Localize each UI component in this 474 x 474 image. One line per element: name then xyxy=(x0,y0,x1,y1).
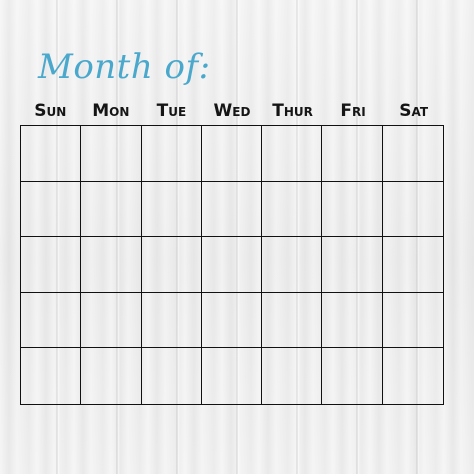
calendar-day-cell xyxy=(322,126,383,182)
calendar-day-cell xyxy=(81,292,142,349)
calendar-day-cell xyxy=(201,181,263,238)
weekday-tue: Tue xyxy=(156,101,187,121)
calendar-day-cell xyxy=(141,292,202,349)
calendar-day-cell xyxy=(262,292,323,349)
calendar-day-cell xyxy=(81,181,142,238)
calendar-day-cell xyxy=(322,181,383,238)
calendar-day-cell xyxy=(21,237,82,293)
weekday-sat: Sat xyxy=(399,101,429,121)
calendar-day-cell xyxy=(21,181,82,238)
calendar-day-cell xyxy=(322,237,383,293)
calendar-grid xyxy=(20,125,444,405)
weekday-thur: Thur xyxy=(272,101,313,121)
calendar-day-cell xyxy=(81,126,142,182)
calendar-day-cell xyxy=(382,237,443,293)
calendar-day-cell xyxy=(201,126,263,182)
calendar-day-cell xyxy=(201,237,263,293)
calendar-day-cell xyxy=(81,237,142,293)
calendar-day-cell xyxy=(21,292,82,349)
weekday-header-row: Sun Mon Tue Wed Thur Fri Sat xyxy=(20,100,444,122)
calendar-day-cell xyxy=(21,126,82,182)
calendar-day-cell xyxy=(322,292,383,349)
calendar-day-cell xyxy=(382,348,443,404)
calendar-day-cell xyxy=(262,348,323,404)
calendar-day-cell xyxy=(262,237,323,293)
weekday-wed: Wed xyxy=(213,101,251,121)
month-of-title: Month of: xyxy=(38,47,211,87)
calendar-day-cell xyxy=(382,126,443,182)
calendar-day-cell xyxy=(141,237,202,293)
calendar-day-cell xyxy=(81,348,142,404)
calendar-day-cell xyxy=(141,181,202,238)
calendar-day-cell xyxy=(141,126,202,182)
calendar-day-cell xyxy=(201,292,263,349)
calendar-day-cell xyxy=(382,181,443,238)
weekday-fri: Fri xyxy=(340,101,366,121)
calendar-day-cell xyxy=(141,348,202,404)
weekday-sun: Sun xyxy=(34,101,67,121)
calendar-day-cell xyxy=(21,348,82,404)
calendar-day-cell xyxy=(262,126,323,182)
calendar-day-cell xyxy=(262,181,323,238)
weekday-mon: Mon xyxy=(92,101,130,121)
calendar-day-cell xyxy=(382,292,443,349)
calendar-day-cell xyxy=(322,348,383,404)
calendar-day-cell xyxy=(201,348,263,404)
